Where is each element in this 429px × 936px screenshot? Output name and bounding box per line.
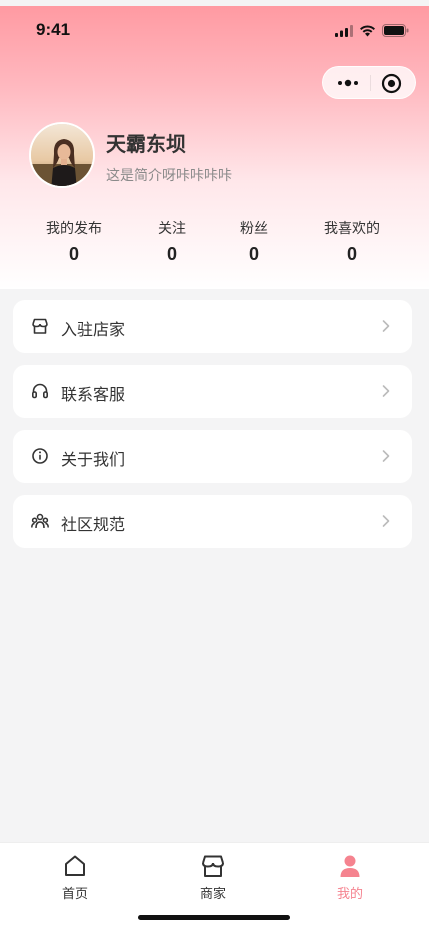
menu-item-join-store[interactable]: 入驻店家 — [13, 300, 412, 353]
stat-likes[interactable]: 我喜欢的 0 — [316, 218, 388, 265]
menu-item-label: 入驻店家 — [61, 320, 126, 339]
wifi-icon — [360, 24, 375, 36]
chevron-right-icon — [382, 320, 390, 332]
home-icon — [65, 855, 85, 876]
stat-following[interactable]: 关注 0 — [148, 218, 196, 265]
stat-label: 关注 — [158, 221, 186, 237]
shop-icon — [202, 855, 224, 877]
store-icon — [32, 318, 48, 334]
stat-value: 0 — [346, 244, 357, 264]
tab-bar: 首页 商家 我的 — [0, 842, 429, 936]
menu-item-customer-service[interactable]: 联系客服 — [13, 365, 412, 418]
user-icon — [340, 855, 360, 877]
avatar[interactable] — [29, 122, 95, 188]
menu-item-label: 联系客服 — [61, 385, 126, 404]
community-icon — [31, 513, 49, 529]
tab-me[interactable]: 我的 — [310, 853, 390, 902]
tab-home[interactable]: 首页 — [35, 853, 115, 902]
stat-posts[interactable]: 我的发布 0 — [40, 218, 108, 265]
battery-icon — [382, 24, 409, 37]
menu-item-label: 社区规范 — [61, 515, 126, 534]
headset-icon — [31, 383, 49, 399]
chevron-right-icon — [382, 450, 390, 462]
stat-value: 0 — [68, 244, 79, 264]
username: 天霸东坝 — [106, 132, 186, 156]
miniprogram-capsule — [322, 66, 416, 99]
stat-value: 0 — [166, 244, 177, 264]
capsule-divider — [370, 75, 371, 91]
profile-header: 9:41 天霸东坝 这是简介呀咔咔咔咔 我的发布 0 关注 0 粉丝 0 我喜欢… — [0, 6, 429, 289]
menu-list: 入驻店家 联系客服 关于我们 社区规范 — [13, 300, 412, 560]
menu-item-about-us[interactable]: 关于我们 — [13, 430, 412, 483]
tab-label: 首页 — [61, 887, 88, 902]
user-bio: 这是简介呀咔咔咔咔 — [106, 168, 232, 184]
menu-item-community-rules[interactable]: 社区规范 — [13, 495, 412, 548]
tab-label: 我的 — [336, 887, 363, 902]
status-time: 9:41 — [36, 20, 71, 39]
chevron-right-icon — [382, 385, 390, 397]
stats-row: 我的发布 0 关注 0 粉丝 0 我喜欢的 0 — [0, 218, 429, 278]
info-icon — [32, 448, 48, 464]
avatar-photo — [31, 124, 93, 186]
status-icons — [335, 24, 409, 37]
stat-label: 我喜欢的 — [324, 221, 380, 237]
tab-label: 商家 — [199, 887, 226, 902]
signal-icon — [335, 24, 353, 37]
close-miniprogram-icon[interactable] — [381, 73, 402, 94]
app-screen: 9:41 天霸东坝 这是简介呀咔咔咔咔 我的发布 0 关注 0 粉丝 0 我喜欢… — [0, 0, 429, 936]
stat-value: 0 — [248, 244, 259, 264]
more-options-icon[interactable] — [337, 76, 359, 90]
tab-shop[interactable]: 商家 — [173, 853, 253, 902]
stat-label: 粉丝 — [240, 221, 268, 237]
home-indicator — [138, 915, 290, 920]
status-bar: 9:41 — [0, 6, 429, 54]
stat-label: 我的发布 — [46, 221, 102, 237]
stat-followers[interactable]: 粉丝 0 — [230, 218, 278, 265]
chevron-right-icon — [382, 515, 390, 527]
menu-item-label: 关于我们 — [61, 450, 126, 469]
